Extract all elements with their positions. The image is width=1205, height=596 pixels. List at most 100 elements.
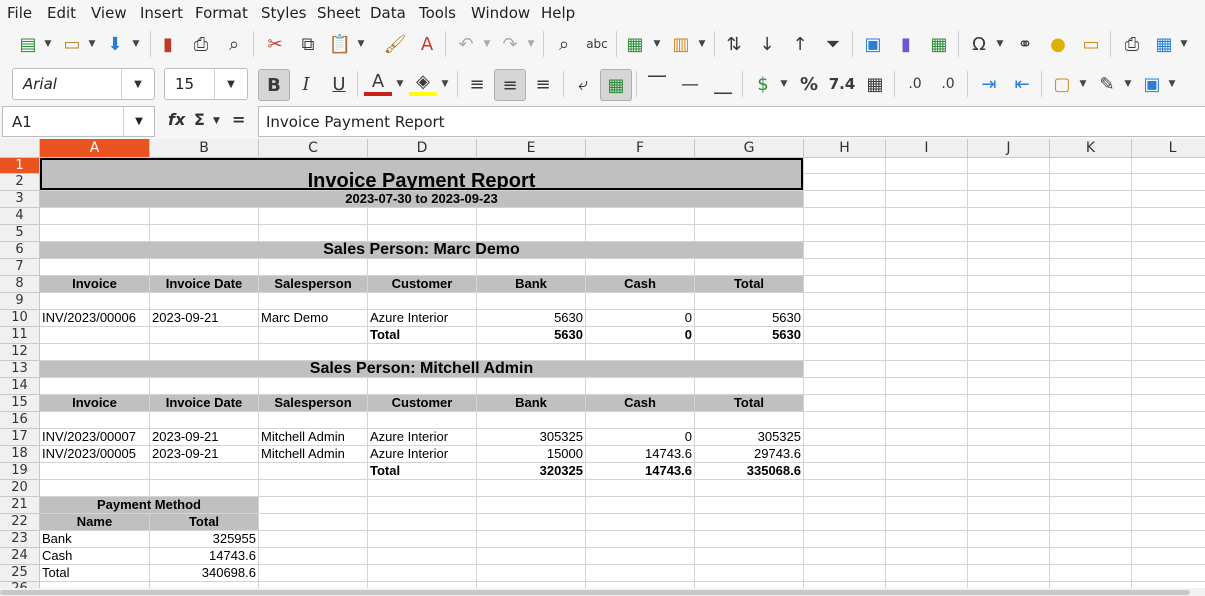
row-header-2[interactable]: 2 [0,174,40,191]
table-cell[interactable]: INV/2023/00005 [40,446,149,462]
row-header-13[interactable]: 13 [0,361,40,378]
print-preview-icon[interactable]: ⌕ [220,30,248,58]
payment-header-name[interactable]: Name [40,514,149,530]
section-marc-demo-title[interactable]: Sales Person: Marc Demo [40,242,803,258]
save-icon[interactable]: ⬇ [101,30,129,58]
column-label-cash[interactable]: Cash [586,276,694,292]
find-replace-icon[interactable]: ⌕ [550,30,578,58]
align-middle-icon[interactable]: — [676,70,704,98]
sum-icon[interactable]: Σ [194,110,205,129]
report-date-range[interactable]: 2023-07-30 to 2023-09-23 [40,191,803,207]
column-label-salesperson[interactable]: Salesperson [259,395,367,411]
column-label-invoice[interactable]: Invoice [40,276,149,292]
table-cell[interactable]: 305325 [477,429,585,445]
font-color-icon[interactable]: A [364,70,392,96]
highlight-color-icon[interactable]: ◈ [409,70,437,96]
menu-insert[interactable]: Insert [140,4,183,22]
chevron-down-icon[interactable]: ▼ [440,70,450,98]
formula-input[interactable]: Invoice Payment Report [258,106,1205,137]
payment-header-total[interactable]: Total [150,514,258,530]
row-header-4[interactable]: 4 [0,208,40,225]
table-cell[interactable]: Marc Demo [259,310,367,326]
redo-icon[interactable]: ↷ [496,30,524,58]
table-cell[interactable]: 0 [586,310,694,326]
report-title[interactable]: Invoice Payment Report [40,158,803,190]
column-header-j[interactable]: J [968,139,1050,158]
row-header-24[interactable]: 24 [0,548,40,565]
payment-name[interactable]: Total [40,565,149,581]
new-document-icon[interactable]: ▤ [14,30,42,58]
column-label-bank[interactable]: Bank [477,276,585,292]
wrap-text-icon[interactable]: ⤶ [569,70,597,98]
row-header-7[interactable]: 7 [0,259,40,276]
horizontal-scrollbar[interactable] [0,588,1205,596]
row-header-19[interactable]: 19 [0,463,40,480]
align-bottom-icon[interactable]: ⎽ [709,70,737,98]
underline-icon[interactable]: U [325,70,353,98]
comment-icon[interactable]: ● [1044,30,1072,58]
chevron-down-icon[interactable]: ▼ [1167,70,1177,98]
borders-icon[interactable]: ▢ [1048,70,1076,98]
menu-format[interactable]: Format [195,4,248,22]
chevron-down-icon[interactable]: ▼ [123,107,154,136]
chevron-down-icon[interactable]: ▼ [652,30,662,58]
column-label-total[interactable]: Total [695,395,803,411]
column-header-b[interactable]: B [150,139,259,158]
autofilter-icon[interactable]: ⏷ [819,30,847,58]
menu-sheet[interactable]: Sheet [317,4,360,22]
column-header-a[interactable]: A [40,139,150,158]
delete-decimal-icon[interactable]: .0 [934,70,962,98]
row-header-20[interactable]: 20 [0,480,40,497]
payment-name[interactable]: Cash [40,548,149,564]
clone-formatting-icon[interactable]: 🖌 [381,30,409,58]
function-wizard-icon[interactable]: fx [168,110,185,129]
section-mitchell-admin-title[interactable]: Sales Person: Mitchell Admin [40,361,803,377]
chevron-down-icon[interactable]: ▼ [131,30,141,58]
table-cell[interactable]: 15000 [477,446,585,462]
table-cell[interactable]: Azure Interior [368,446,476,462]
payment-total[interactable]: 14743.6 [150,548,258,564]
row-header-22[interactable]: 22 [0,514,40,531]
spreadsheet-grid[interactable]: Invoice Payment Report 2023-07-30 to 2023… [40,158,1205,588]
total-value[interactable]: 5630 [695,327,803,343]
table-cell[interactable]: 5630 [477,310,585,326]
table-cell[interactable]: 29743.6 [695,446,803,462]
payment-method-title[interactable]: Payment Method [40,497,258,513]
table-cell[interactable]: 5630 [695,310,803,326]
chevron-down-icon[interactable]: ▼ [214,69,247,99]
table-cell[interactable]: Mitchell Admin [259,429,367,445]
print-area-icon[interactable]: ⎙ [1118,30,1146,58]
align-top-icon[interactable]: ⎺ [643,70,671,98]
table-cell[interactable]: 2023-09-21 [150,310,258,326]
column-header-c[interactable]: C [259,139,368,158]
menu-file[interactable]: File [7,4,32,22]
undo-icon[interactable]: ↶ [452,30,480,58]
copy-icon[interactable]: ⧉ [294,30,322,58]
row-header-12[interactable]: 12 [0,344,40,361]
spelling-icon[interactable]: abc [583,30,611,58]
column-label-invoice-date[interactable]: Invoice Date [150,395,258,411]
decrease-indent-icon[interactable]: ⇤ [1008,70,1036,98]
row-header-21[interactable]: 21 [0,497,40,514]
column-header-i[interactable]: I [886,139,968,158]
merge-center-icon[interactable]: ▦ [600,69,632,101]
column-label-customer[interactable]: Customer [368,276,476,292]
table-cell[interactable]: 2023-09-21 [150,446,258,462]
total-value[interactable]: 5630 [477,327,585,343]
table-cell[interactable]: 0 [586,429,694,445]
conditional-format-icon[interactable]: ▣ [1138,70,1166,98]
column-icon[interactable]: ▥ [667,30,695,58]
chevron-down-icon[interactable]: ▼ [526,30,536,58]
date-format-icon[interactable]: ▦ [861,70,889,98]
column-header-e[interactable]: E [477,139,586,158]
insert-chart-icon[interactable]: ▮ [892,30,920,58]
menu-data[interactable]: Data [370,4,406,22]
chevron-down-icon[interactable]: ▼ [356,30,366,58]
select-all-corner[interactable] [0,139,40,158]
number-format-icon[interactable]: 7.4 [828,70,856,98]
chevron-down-icon[interactable]: ▼ [395,70,405,98]
table-cell[interactable]: Azure Interior [368,429,476,445]
table-cell[interactable]: INV/2023/00006 [40,310,149,326]
row-header-16[interactable]: 16 [0,412,40,429]
row-header-1[interactable]: 1 [0,158,40,174]
